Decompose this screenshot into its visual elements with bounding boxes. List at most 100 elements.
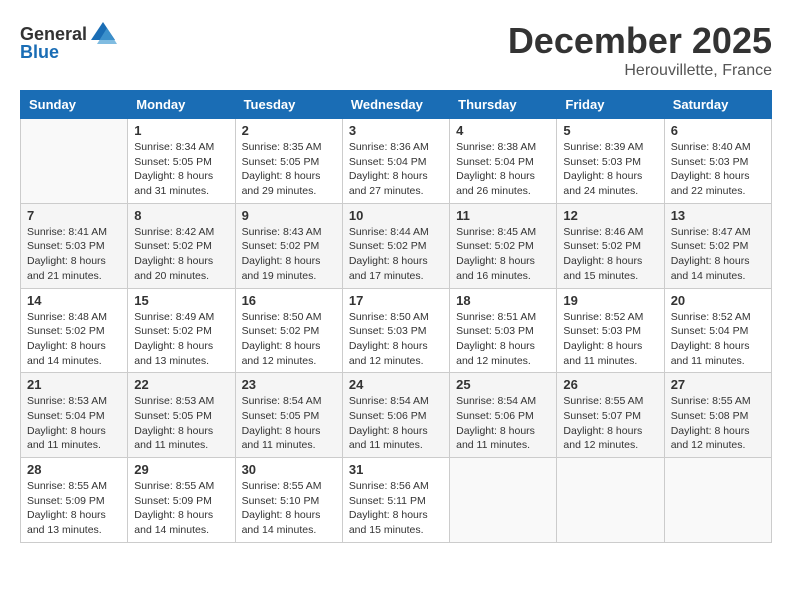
calendar-cell: 31 Sunrise: 8:56 AM Sunset: 5:11 PM Dayli…: [342, 458, 449, 543]
calendar-cell: 26Sunrise: 8:55 AM Sunset: 5:07 PM Dayli…: [557, 373, 664, 458]
calendar-cell: 2 Sunrise: 8:35 AM Sunset: 5:05 PM Daylig…: [235, 119, 342, 204]
day-number: 2: [242, 123, 336, 138]
calendar-cell: [557, 458, 664, 543]
title-block: December 2025 Herouvillette, France: [508, 20, 772, 80]
day-info: Sunrise: 8:39 AM Sunset: 5:03 PM Dayligh…: [563, 140, 657, 199]
calendar-cell: 22 Sunrise: 8:53 AM Sunset: 5:05 PM Dayli…: [128, 373, 235, 458]
day-info: Sunrise: 8:50 AM Sunset: 5:03 PM Dayligh…: [349, 310, 443, 369]
day-number: 1: [134, 123, 228, 138]
column-header-tuesday: Tuesday: [235, 91, 342, 119]
calendar-cell: 20 Sunrise: 8:52 AM Sunset: 5:04 PM Dayli…: [664, 288, 771, 373]
day-info: Sunrise: 8:52 AM Sunset: 5:04 PM Dayligh…: [671, 310, 765, 369]
column-header-sunday: Sunday: [21, 91, 128, 119]
day-number: 27: [671, 377, 765, 392]
day-number: 7: [27, 208, 121, 223]
calendar-cell: 5Sunrise: 8:39 AM Sunset: 5:03 PM Daylig…: [557, 119, 664, 204]
calendar-cell: 14 Sunrise: 8:48 AM Sunset: 5:02 PM Dayli…: [21, 288, 128, 373]
day-number: 29: [134, 462, 228, 477]
calendar-cell: 28 Sunrise: 8:55 AM Sunset: 5:09 PM Dayli…: [21, 458, 128, 543]
day-info: Sunrise: 8:52 AM Sunset: 5:03 PM Dayligh…: [563, 310, 657, 369]
day-number: 6: [671, 123, 765, 138]
day-number: 25: [456, 377, 550, 392]
day-info: Sunrise: 8:54 AM Sunset: 5:05 PM Dayligh…: [242, 394, 336, 453]
day-number: 18: [456, 293, 550, 308]
day-number: 19: [563, 293, 657, 308]
calendar-cell: 27Sunrise: 8:55 AM Sunset: 5:08 PM Dayli…: [664, 373, 771, 458]
day-info: Sunrise: 8:42 AM Sunset: 5:02 PM Dayligh…: [134, 225, 228, 284]
calendar-cell: 1 Sunrise: 8:34 AM Sunset: 5:05 PM Daylig…: [128, 119, 235, 204]
month-title: December 2025: [508, 20, 772, 62]
day-number: 22: [134, 377, 228, 392]
day-info: Sunrise: 8:53 AM Sunset: 5:05 PM Dayligh…: [134, 394, 228, 453]
calendar-week-row: 7 Sunrise: 8:41 AM Sunset: 5:03 PM Daylig…: [21, 203, 772, 288]
day-info: Sunrise: 8:43 AM Sunset: 5:02 PM Dayligh…: [242, 225, 336, 284]
day-info: Sunrise: 8:55 AM Sunset: 5:10 PM Dayligh…: [242, 479, 336, 538]
day-info: Sunrise: 8:34 AM Sunset: 5:05 PM Dayligh…: [134, 140, 228, 199]
calendar-cell: 7 Sunrise: 8:41 AM Sunset: 5:03 PM Daylig…: [21, 203, 128, 288]
calendar-cell: 9 Sunrise: 8:43 AM Sunset: 5:02 PM Daylig…: [235, 203, 342, 288]
calendar-cell: 13Sunrise: 8:47 AM Sunset: 5:02 PM Dayli…: [664, 203, 771, 288]
day-number: 23: [242, 377, 336, 392]
day-info: Sunrise: 8:44 AM Sunset: 5:02 PM Dayligh…: [349, 225, 443, 284]
calendar-cell: 29 Sunrise: 8:55 AM Sunset: 5:09 PM Dayli…: [128, 458, 235, 543]
logo: General Blue: [20, 20, 119, 63]
day-number: 16: [242, 293, 336, 308]
day-info: Sunrise: 8:40 AM Sunset: 5:03 PM Dayligh…: [671, 140, 765, 199]
day-info: Sunrise: 8:38 AM Sunset: 5:04 PM Dayligh…: [456, 140, 550, 199]
day-number: 14: [27, 293, 121, 308]
column-header-monday: Monday: [128, 91, 235, 119]
day-info: Sunrise: 8:55 AM Sunset: 5:09 PM Dayligh…: [134, 479, 228, 538]
day-number: 15: [134, 293, 228, 308]
day-info: Sunrise: 8:35 AM Sunset: 5:05 PM Dayligh…: [242, 140, 336, 199]
location-subtitle: Herouvillette, France: [508, 62, 772, 80]
calendar-cell: [21, 119, 128, 204]
day-number: 9: [242, 208, 336, 223]
calendar-cell: 18Sunrise: 8:51 AM Sunset: 5:03 PM Dayli…: [450, 288, 557, 373]
calendar-cell: 30 Sunrise: 8:55 AM Sunset: 5:10 PM Dayli…: [235, 458, 342, 543]
day-number: 24: [349, 377, 443, 392]
column-header-thursday: Thursday: [450, 91, 557, 119]
day-info: Sunrise: 8:56 AM Sunset: 5:11 PM Dayligh…: [349, 479, 443, 538]
column-header-friday: Friday: [557, 91, 664, 119]
day-number: 31: [349, 462, 443, 477]
calendar-cell: 11Sunrise: 8:45 AM Sunset: 5:02 PM Dayli…: [450, 203, 557, 288]
calendar-cell: 15Sunrise: 8:49 AM Sunset: 5:02 PM Dayli…: [128, 288, 235, 373]
calendar-cell: 21 Sunrise: 8:53 AM Sunset: 5:04 PM Dayli…: [21, 373, 128, 458]
calendar-header-row: SundayMondayTuesdayWednesdayThursdayFrid…: [21, 91, 772, 119]
day-info: Sunrise: 8:36 AM Sunset: 5:04 PM Dayligh…: [349, 140, 443, 199]
day-info: Sunrise: 8:48 AM Sunset: 5:02 PM Dayligh…: [27, 310, 121, 369]
day-info: Sunrise: 8:54 AM Sunset: 5:06 PM Dayligh…: [349, 394, 443, 453]
day-number: 12: [563, 208, 657, 223]
day-number: 4: [456, 123, 550, 138]
calendar-cell: 8Sunrise: 8:42 AM Sunset: 5:02 PM Daylig…: [128, 203, 235, 288]
day-info: Sunrise: 8:50 AM Sunset: 5:02 PM Dayligh…: [242, 310, 336, 369]
day-info: Sunrise: 8:47 AM Sunset: 5:02 PM Dayligh…: [671, 225, 765, 284]
day-info: Sunrise: 8:55 AM Sunset: 5:07 PM Dayligh…: [563, 394, 657, 453]
calendar-cell: 10Sunrise: 8:44 AM Sunset: 5:02 PM Dayli…: [342, 203, 449, 288]
day-info: Sunrise: 8:45 AM Sunset: 5:02 PM Dayligh…: [456, 225, 550, 284]
calendar-cell: 6 Sunrise: 8:40 AM Sunset: 5:03 PM Daylig…: [664, 119, 771, 204]
day-number: 20: [671, 293, 765, 308]
day-info: Sunrise: 8:41 AM Sunset: 5:03 PM Dayligh…: [27, 225, 121, 284]
calendar-week-row: 14 Sunrise: 8:48 AM Sunset: 5:02 PM Dayli…: [21, 288, 772, 373]
logo-blue: Blue: [20, 42, 59, 63]
calendar-week-row: 28 Sunrise: 8:55 AM Sunset: 5:09 PM Dayli…: [21, 458, 772, 543]
column-header-wednesday: Wednesday: [342, 91, 449, 119]
calendar-table: SundayMondayTuesdayWednesdayThursdayFrid…: [20, 90, 772, 543]
day-number: 21: [27, 377, 121, 392]
day-info: Sunrise: 8:55 AM Sunset: 5:09 PM Dayligh…: [27, 479, 121, 538]
page-header: General Blue December 2025 Herouvillette…: [20, 20, 772, 80]
calendar-week-row: 1 Sunrise: 8:34 AM Sunset: 5:05 PM Daylig…: [21, 119, 772, 204]
calendar-cell: 4 Sunrise: 8:38 AM Sunset: 5:04 PM Daylig…: [450, 119, 557, 204]
calendar-cell: 25 Sunrise: 8:54 AM Sunset: 5:06 PM Dayli…: [450, 373, 557, 458]
calendar-week-row: 21 Sunrise: 8:53 AM Sunset: 5:04 PM Dayli…: [21, 373, 772, 458]
day-info: Sunrise: 8:53 AM Sunset: 5:04 PM Dayligh…: [27, 394, 121, 453]
calendar-cell: 17Sunrise: 8:50 AM Sunset: 5:03 PM Dayli…: [342, 288, 449, 373]
column-header-saturday: Saturday: [664, 91, 771, 119]
calendar-cell: 19 Sunrise: 8:52 AM Sunset: 5:03 PM Dayli…: [557, 288, 664, 373]
day-info: Sunrise: 8:54 AM Sunset: 5:06 PM Dayligh…: [456, 394, 550, 453]
day-number: 3: [349, 123, 443, 138]
day-number: 28: [27, 462, 121, 477]
day-number: 30: [242, 462, 336, 477]
calendar-cell: [664, 458, 771, 543]
